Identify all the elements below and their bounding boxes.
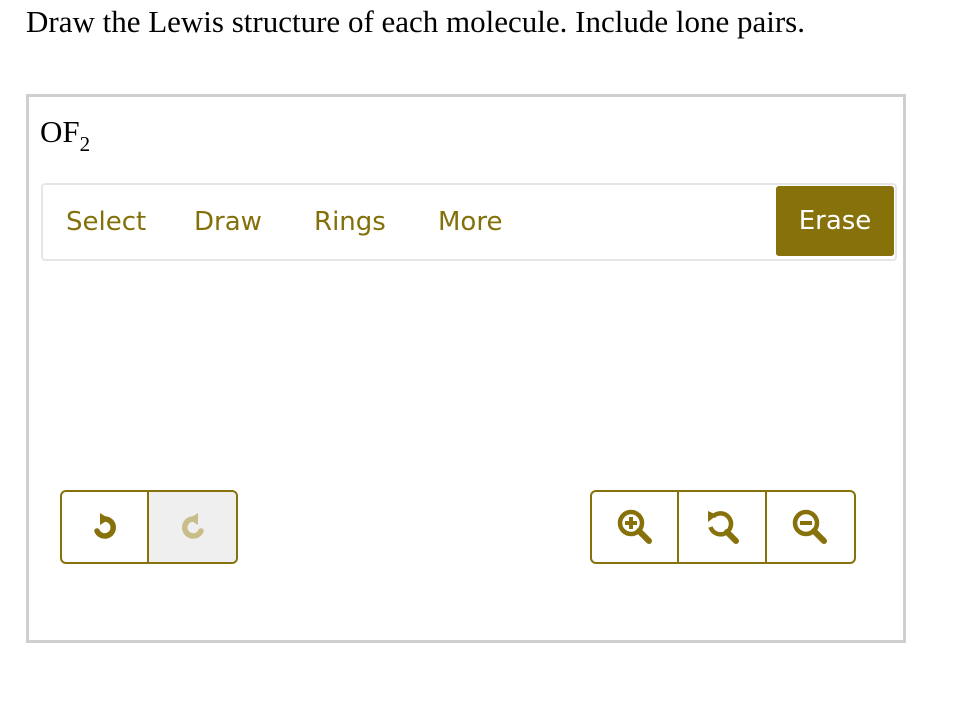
- redo-icon: [181, 513, 204, 539]
- erase-tool-button[interactable]: Erase: [776, 186, 894, 256]
- draw-tool-button[interactable]: Draw: [194, 185, 262, 259]
- zoom-controls: [590, 490, 856, 564]
- zoom-out-icon: [793, 509, 828, 544]
- zoom-out-button[interactable]: [767, 492, 854, 562]
- molecule-formula: OF2: [40, 114, 90, 155]
- drawing-toolbar: Select Draw Rings More Erase: [41, 183, 897, 261]
- rings-tool-button[interactable]: Rings: [314, 185, 386, 259]
- lewis-structure-panel: OF2 Select Draw Rings More Erase: [26, 94, 906, 643]
- redo-button[interactable]: [149, 492, 236, 562]
- formula-main: OF: [40, 114, 80, 149]
- zoom-in-button[interactable]: [592, 492, 680, 562]
- history-controls: [60, 490, 238, 564]
- question-prompt: Draw the Lewis structure of each molecul…: [26, 4, 805, 39]
- zoom-in-icon: [617, 509, 652, 544]
- formula-subscript: 2: [79, 132, 91, 156]
- undo-icon: [93, 513, 116, 539]
- select-tool-button[interactable]: Select: [66, 185, 146, 259]
- more-tool-button[interactable]: More: [438, 185, 502, 259]
- zoom-reset-icon: [708, 511, 740, 544]
- undo-button[interactable]: [62, 492, 150, 562]
- zoom-reset-button[interactable]: [679, 492, 767, 562]
